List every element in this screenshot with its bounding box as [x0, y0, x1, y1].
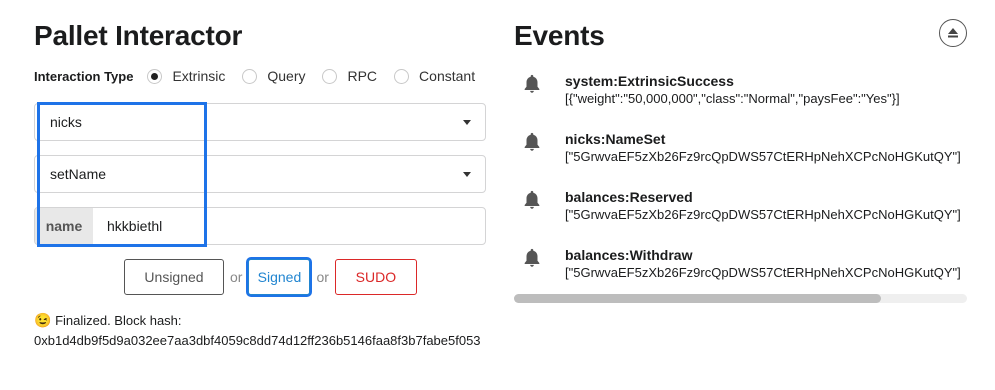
- block-hash: 0xb1d4db9f5d9a032ee7aa3dbf4059c8dd74d12f…: [34, 333, 481, 348]
- submit-button-group: Unsigned or Signed or SUDO: [124, 259, 417, 295]
- transaction-status: 😉 Finalized. Block hash: 0xb1d4db9f5d9a0…: [34, 310, 486, 351]
- status-text: Finalized. Block hash:: [55, 313, 182, 328]
- name-param-field[interactable]: name hkkbiethl: [34, 207, 486, 245]
- eject-icon[interactable]: [939, 19, 967, 47]
- bell-icon: [524, 190, 540, 209]
- radio-dot[interactable]: [322, 68, 338, 84]
- sudo-button[interactable]: SUDO: [334, 259, 417, 295]
- radio-extrinsic[interactable]: Extrinsic: [147, 68, 225, 84]
- event-data: ["5GrwvaEF5zXb26Fz9rcQpDWS57CtERHpNehXCP…: [565, 207, 961, 222]
- event-item: balances:Reserved ["5GrwvaEF5zXb26Fz9rcQ…: [514, 188, 961, 224]
- param-input-value[interactable]: hkkbiethl: [93, 208, 162, 244]
- event-name: balances:Reserved: [565, 189, 693, 205]
- event-name: balances:Withdraw: [565, 247, 693, 263]
- event-data: [{"weight":"50,000,000","class":"Normal"…: [565, 91, 900, 106]
- interaction-type-group: Interaction Type Extrinsic Query RPC Con…: [34, 68, 492, 84]
- radio-rpc[interactable]: RPC: [322, 68, 377, 84]
- event-name: nicks:NameSet: [565, 131, 666, 147]
- event-data: ["5GrwvaEF5zXb26Fz9rcQpDWS57CtERHpNehXCP…: [565, 265, 961, 280]
- page-title: Pallet Interactor: [34, 20, 243, 51]
- radio-label: Extrinsic: [172, 68, 226, 84]
- callable-dropdown[interactable]: setName: [34, 155, 486, 193]
- event-data: ["5GrwvaEF5zXb26Fz9rcQpDWS57CtERHpNehXCP…: [565, 149, 961, 164]
- radio-query[interactable]: Query: [242, 68, 305, 84]
- events-list: system:ExtrinsicSuccess [{"weight":"50,0…: [514, 72, 967, 288]
- unsigned-button[interactable]: Unsigned: [124, 259, 224, 295]
- callable-dropdown-value: setName: [50, 166, 107, 182]
- interaction-type-label: Interaction Type: [34, 68, 134, 84]
- or-separator: or: [316, 269, 329, 285]
- param-label: name: [35, 208, 93, 244]
- radio-constant[interactable]: Constant: [394, 68, 475, 84]
- events-title: Events: [514, 20, 605, 51]
- or-separator: or: [230, 269, 243, 285]
- radio-dot[interactable]: [394, 68, 410, 84]
- pallet-dropdown[interactable]: nicks: [34, 103, 486, 141]
- radio-label: RPC: [347, 68, 378, 84]
- event-item: nicks:NameSet ["5GrwvaEF5zXb26Fz9rcQpDWS…: [514, 130, 961, 166]
- radio-dot-checked[interactable]: [147, 68, 163, 84]
- bell-icon: [524, 248, 540, 267]
- signed-button[interactable]: Signed: [248, 259, 311, 295]
- scrollbar-thumb[interactable]: [514, 294, 881, 303]
- eject-icon-glyph: [948, 28, 958, 38]
- pallet-dropdown-value: nicks: [50, 114, 82, 130]
- bell-icon: [524, 74, 540, 93]
- event-item: balances:Withdraw ["5GrwvaEF5zXb26Fz9rcQ…: [514, 246, 961, 282]
- chevron-down-icon: [463, 120, 471, 125]
- horizontal-scrollbar[interactable]: [514, 294, 967, 303]
- radio-label: Query: [267, 68, 306, 84]
- bell-icon: [524, 132, 540, 151]
- event-name: system:ExtrinsicSuccess: [565, 73, 734, 89]
- event-item: system:ExtrinsicSuccess [{"weight":"50,0…: [514, 72, 900, 108]
- radio-dot[interactable]: [242, 68, 258, 84]
- radio-label: Constant: [419, 68, 476, 84]
- wink-emoji-icon: 😉: [34, 312, 52, 328]
- chevron-down-icon: [463, 172, 471, 177]
